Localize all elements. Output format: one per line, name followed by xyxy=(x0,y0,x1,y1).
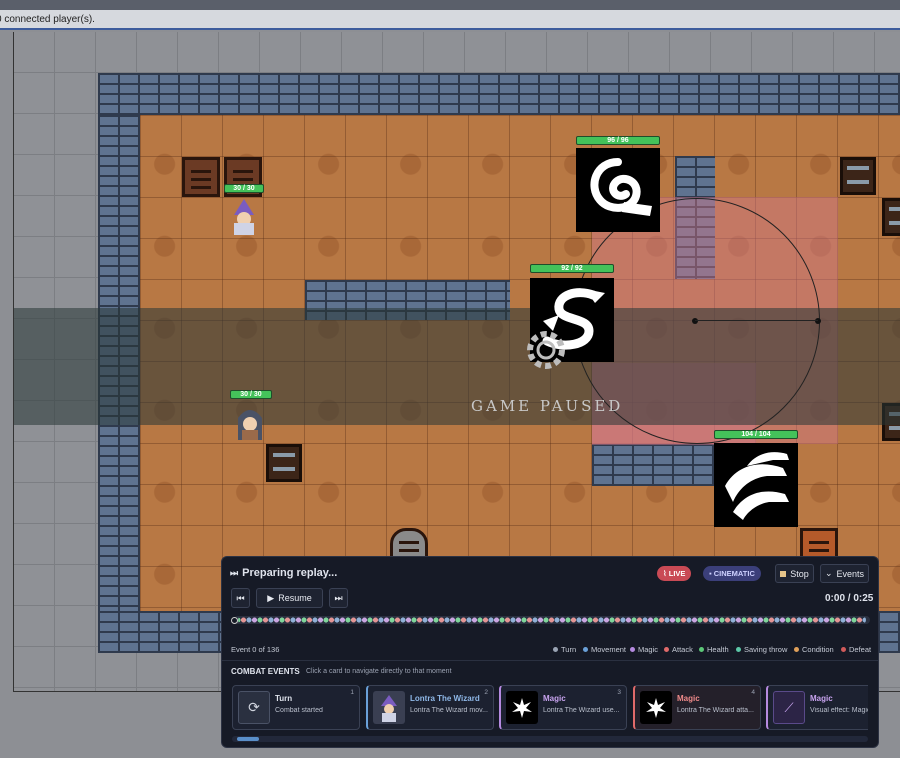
stop-icon xyxy=(780,570,787,577)
crate-2 xyxy=(840,157,876,195)
resume-label: Resume xyxy=(278,593,312,603)
stop-button[interactable]: Stop xyxy=(775,564,814,583)
event-card-magic-2[interactable]: Magic Lontra The Wizard atta... 4 xyxy=(633,685,761,730)
legend-label: Magic xyxy=(638,645,659,654)
legend-defeat: Defeat xyxy=(841,645,871,654)
card-number: 3 xyxy=(617,689,621,696)
chevron-down-icon: ⌄ xyxy=(824,568,833,578)
wall-top xyxy=(98,73,900,115)
aura-center-dot xyxy=(692,318,698,324)
connection-status-bar: 0 connected player(s). xyxy=(0,10,900,30)
card-title: Magic xyxy=(543,694,566,703)
scrollbar-thumb[interactable] xyxy=(237,737,259,741)
legend-health: Health xyxy=(699,645,729,654)
token-5-hp: 104 / 104 xyxy=(714,430,798,439)
wizard-portrait-icon xyxy=(373,691,405,724)
hydra-monster-token[interactable] xyxy=(714,443,798,527)
legend-label: Condition xyxy=(802,645,834,654)
card-title: Magic xyxy=(810,694,833,703)
legend-label: Health xyxy=(707,645,729,654)
aura-edge-dot xyxy=(815,318,821,324)
combat-events-hint: Click a card to navigate directly to tha… xyxy=(306,668,452,675)
crate-3 xyxy=(882,198,900,236)
combat-events-title: COMBAT EVENTS xyxy=(231,667,300,676)
replay-header: ⏭ Preparing replay... xyxy=(230,567,337,579)
wizard-token[interactable] xyxy=(224,197,264,237)
card-subtitle: Lontra The Wizard atta... xyxy=(677,707,754,714)
card-title: Lontra The Wizard xyxy=(410,694,480,703)
legend-movement: Movement xyxy=(583,645,626,654)
serpent-monster-token[interactable] xyxy=(576,148,660,232)
splash-icon xyxy=(506,691,538,724)
replay-timeline[interactable] xyxy=(231,616,870,624)
door-1 xyxy=(182,157,220,197)
panel-divider xyxy=(222,660,878,661)
cinematic-badge[interactable]: ▪ CINEMATIC xyxy=(703,566,761,581)
token-1-hp: 30 / 30 xyxy=(224,184,264,193)
cinematic-label: CINEMATIC xyxy=(713,569,755,578)
skip-back-icon: ⏮ xyxy=(236,592,245,603)
replay-title: Preparing replay... xyxy=(242,567,338,579)
fast-forward-icon: ⏭ xyxy=(230,568,239,578)
live-label: LIVE xyxy=(668,569,686,578)
card-subtitle: Visual effect: Magic xyxy=(810,707,868,714)
timeline-event-markers xyxy=(238,616,866,624)
crate-1 xyxy=(266,444,302,482)
events-scrollbar[interactable] xyxy=(232,736,868,742)
live-badge[interactable]: ⌇ LIVE xyxy=(657,566,692,581)
card-number: 2 xyxy=(484,689,488,696)
timeline-playhead[interactable] xyxy=(231,617,238,624)
event-counter: Event 0 of 136 xyxy=(231,645,280,654)
legend-label: Turn xyxy=(561,645,577,654)
magic-wand-icon: ⟋ xyxy=(773,691,805,724)
resume-button[interactable]: ▶ Resume xyxy=(256,588,323,608)
skip-forward-button[interactable]: ⏭ xyxy=(329,588,348,608)
time-readout: 0:00 / 0:25 xyxy=(825,593,874,604)
card-subtitle: Lontra The Wizard mov... xyxy=(410,707,488,714)
card-subtitle: Combat started xyxy=(275,707,323,714)
card-number: 4 xyxy=(751,689,755,696)
stop-label: Stop xyxy=(790,568,809,579)
legend-label: Saving throw xyxy=(744,645,788,654)
events-label: Events xyxy=(836,568,865,579)
legend-label: Movement xyxy=(591,645,627,654)
card-number: 1 xyxy=(350,689,354,696)
event-card-magic-3[interactable]: ⟋ Magic Visual effect: Magic xyxy=(766,685,868,730)
event-card-turn[interactable]: ⟳ Turn Combat started 1 xyxy=(232,685,360,730)
paused-gear-icon xyxy=(518,322,574,383)
token-3-hp: 96 / 96 xyxy=(576,136,660,145)
card-title: Magic xyxy=(677,694,700,703)
events-button[interactable]: ⌄ Events xyxy=(820,564,869,583)
refresh-icon: ⟳ xyxy=(238,691,270,724)
legend-attack: Attack xyxy=(664,645,693,654)
play-icon: ▶ xyxy=(267,592,275,603)
legend-turn: Turn xyxy=(553,645,576,654)
skip-forward-icon: ⏭ xyxy=(334,592,343,603)
token-2-hp: 30 / 30 xyxy=(230,390,272,399)
legend-label: Defeat xyxy=(849,645,872,654)
splash-icon xyxy=(640,691,672,724)
card-subtitle: Lontra The Wizard use... xyxy=(543,707,620,714)
connection-status-text: 0 connected player(s). xyxy=(0,14,95,25)
legend-condition: Condition xyxy=(794,645,834,654)
replay-panel: ⏭ Preparing replay... ⌇ LIVE ▪ CINEMATIC … xyxy=(221,556,879,748)
event-card-movement[interactable]: Lontra The Wizard Lontra The Wizard mov.… xyxy=(366,685,494,730)
game-paused-label: GAME PAUSED xyxy=(471,397,624,415)
card-title: Turn xyxy=(275,694,293,703)
hooded-token[interactable] xyxy=(230,402,270,442)
token-4-hp: 92 / 92 xyxy=(530,264,614,273)
legend-magic: Magic xyxy=(630,645,658,654)
aura-radius-line xyxy=(695,320,818,321)
skip-back-button[interactable]: ⏮ xyxy=(231,588,250,608)
window-top-bar xyxy=(0,0,900,10)
event-card-magic-1[interactable]: Magic Lontra The Wizard use... 3 xyxy=(499,685,627,730)
legend-saving-throw: Saving throw xyxy=(736,645,787,654)
legend-label: Attack xyxy=(672,645,693,654)
